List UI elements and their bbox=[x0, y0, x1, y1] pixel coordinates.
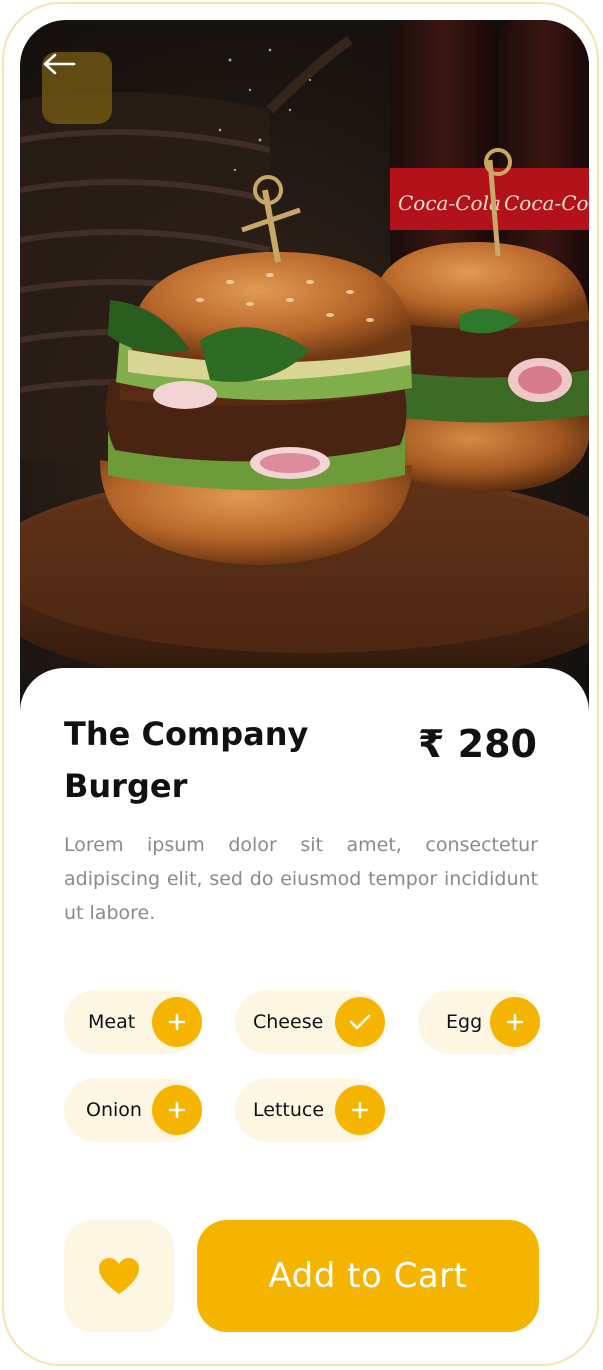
add-topping-button[interactable] bbox=[335, 1085, 385, 1135]
topping-label: Egg bbox=[446, 1011, 483, 1033]
topping-label: Cheese bbox=[253, 1011, 324, 1033]
svg-text:Coca-Cola: Coca-Cola bbox=[398, 191, 501, 215]
plus-icon bbox=[168, 1101, 186, 1119]
burger-illustration: Coca-Cola Coca-Col bbox=[20, 20, 589, 690]
plus-icon bbox=[506, 1013, 524, 1031]
topping-chip-onion[interactable]: Onion bbox=[64, 1078, 202, 1142]
add-to-cart-button[interactable]: Add to Cart bbox=[197, 1220, 539, 1332]
product-title: The Company Burger bbox=[64, 715, 309, 805]
product-card: The Company Burger ₹ 280 Lorem ipsum dol… bbox=[20, 668, 589, 1356]
product-description: Lorem ipsum dolor sit amet, consectetur … bbox=[64, 834, 538, 924]
phone-frame: Coca-Cola Coca-Col The Company Burger ₹ … bbox=[2, 2, 599, 1366]
topping-label: Lettuce bbox=[253, 1099, 325, 1121]
plus-icon bbox=[168, 1013, 186, 1031]
topping-chip-lettuce[interactable]: Lettuce bbox=[235, 1078, 385, 1142]
topping-chip-meat[interactable]: Meat bbox=[64, 990, 202, 1054]
screen: Coca-Cola Coca-Col The Company Burger ₹ … bbox=[20, 20, 589, 1356]
burger-photo: Coca-Cola Coca-Col bbox=[20, 20, 589, 720]
favorite-button[interactable] bbox=[64, 1220, 174, 1332]
add-topping-button[interactable] bbox=[152, 997, 202, 1047]
heart-icon bbox=[99, 1258, 139, 1294]
plus-icon bbox=[351, 1101, 369, 1119]
check-icon bbox=[349, 1014, 371, 1030]
topping-chip-cheese[interactable]: Cheese bbox=[235, 990, 385, 1054]
product-price: ₹ 280 bbox=[418, 722, 537, 766]
svg-text:Coca-Col: Coca-Col bbox=[504, 191, 589, 215]
remove-topping-button[interactable] bbox=[335, 997, 385, 1047]
add-topping-button[interactable] bbox=[490, 997, 540, 1047]
arrow-left-icon bbox=[43, 53, 76, 75]
topping-label: Meat bbox=[88, 1011, 136, 1033]
topping-chip-egg[interactable]: Egg bbox=[418, 990, 540, 1054]
add-to-cart-label: Add to Cart bbox=[268, 1256, 468, 1296]
back-button[interactable] bbox=[42, 52, 112, 124]
add-topping-button[interactable] bbox=[152, 1085, 202, 1135]
topping-label: Onion bbox=[86, 1099, 142, 1121]
